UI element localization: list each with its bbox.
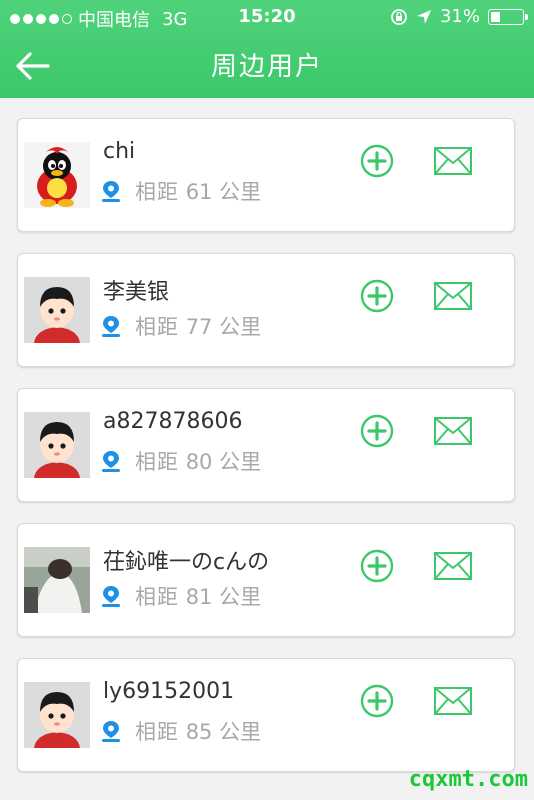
- add-friend-icon: [360, 414, 394, 448]
- distance-unit: 公里: [219, 585, 262, 609]
- add-friend-button[interactable]: [360, 549, 394, 583]
- distance-value: 80: [185, 450, 213, 474]
- distance-unit: 公里: [219, 450, 262, 474]
- distance-unit: 公里: [219, 720, 262, 744]
- avatar[interactable]: [24, 547, 90, 613]
- distance-text: 相距 85 公里: [135, 716, 261, 746]
- rotation-lock-icon: [391, 8, 407, 25]
- distance-text: 相距 80 公里: [135, 446, 261, 476]
- battery-icon: [488, 8, 528, 25]
- distance-row: 相距 81 公里: [101, 581, 261, 611]
- message-envelope-icon: [434, 147, 472, 175]
- location-services-icon: [416, 9, 431, 24]
- avatar[interactable]: [24, 682, 90, 748]
- distance-value: 81: [185, 585, 213, 609]
- distance-text: 相距 61 公里: [135, 176, 261, 206]
- add-friend-button[interactable]: [360, 414, 394, 448]
- battery-percent: 31%: [439, 6, 480, 27]
- distance-prefix: 相距: [135, 720, 179, 744]
- send-message-button[interactable]: [434, 417, 472, 445]
- location-pin-icon: [102, 316, 120, 337]
- message-envelope-icon: [434, 552, 472, 580]
- user-card[interactable]: ly69152001 相距 85 公里: [17, 658, 515, 772]
- distance-prefix: 相距: [135, 450, 179, 474]
- distance-value: 77: [185, 315, 213, 339]
- avatar[interactable]: [24, 142, 90, 208]
- message-envelope-icon: [434, 282, 472, 310]
- header-bar: 中国电信 3G 15:20 31% 周边用户: [0, 0, 534, 98]
- location-pin-icon: [102, 181, 120, 202]
- watermark: cqxmt.com: [408, 767, 528, 792]
- distance-value: 61: [185, 180, 213, 204]
- user-card[interactable]: a827878606 相距 80 公里: [17, 388, 515, 502]
- distance-row: 相距 77 公里: [101, 311, 261, 341]
- user-name: chi: [103, 139, 136, 164]
- distance-prefix: 相距: [135, 315, 179, 339]
- user-card[interactable]: 茌鈊唯一のcんの相距 81 公里: [17, 523, 515, 637]
- add-friend-icon: [360, 144, 394, 178]
- status-bar: 中国电信 3G 15:20 31%: [0, 0, 534, 36]
- add-friend-button[interactable]: [360, 279, 394, 313]
- send-message-button[interactable]: [434, 147, 472, 175]
- send-message-button[interactable]: [434, 552, 472, 580]
- distance-text: 相距 77 公里: [135, 311, 261, 341]
- add-friend-button[interactable]: [360, 684, 394, 718]
- distance-row: 相距 85 公里: [101, 716, 261, 746]
- page-title: 周边用户: [210, 52, 323, 82]
- add-friend-icon: [360, 279, 394, 313]
- user-name: a827878606: [103, 409, 243, 434]
- nearby-user-list: chi 相距 61 公里 李美银 相距 77 公里 a827878606 相距 80 公里…: [17, 118, 515, 793]
- distance-unit: 公里: [219, 315, 262, 339]
- user-name: 茌鈊唯一のcんの: [103, 550, 270, 575]
- distance-value: 85: [185, 720, 213, 744]
- distance-prefix: 相距: [135, 585, 179, 609]
- avatar[interactable]: [24, 277, 90, 343]
- location-pin-icon: [102, 721, 120, 742]
- user-name: ly69152001: [103, 679, 235, 704]
- user-name: 李美银: [103, 280, 170, 305]
- distance-prefix: 相距: [135, 180, 179, 204]
- user-card[interactable]: 李美银相距 77 公里: [17, 253, 515, 367]
- distance-text: 相距 81 公里: [135, 581, 261, 611]
- avatar[interactable]: [24, 412, 90, 478]
- location-pin-icon: [102, 586, 120, 607]
- distance-row: 相距 61 公里: [101, 176, 261, 206]
- add-friend-button[interactable]: [360, 144, 394, 178]
- add-friend-icon: [360, 684, 394, 718]
- send-message-button[interactable]: [434, 282, 472, 310]
- distance-row: 相距 80 公里: [101, 446, 261, 476]
- location-pin-icon: [102, 451, 120, 472]
- add-friend-icon: [360, 549, 394, 583]
- distance-unit: 公里: [219, 180, 262, 204]
- user-card[interactable]: chi 相距 61 公里: [17, 118, 515, 232]
- send-message-button[interactable]: [434, 687, 472, 715]
- message-envelope-icon: [434, 417, 472, 445]
- message-envelope-icon: [434, 687, 472, 715]
